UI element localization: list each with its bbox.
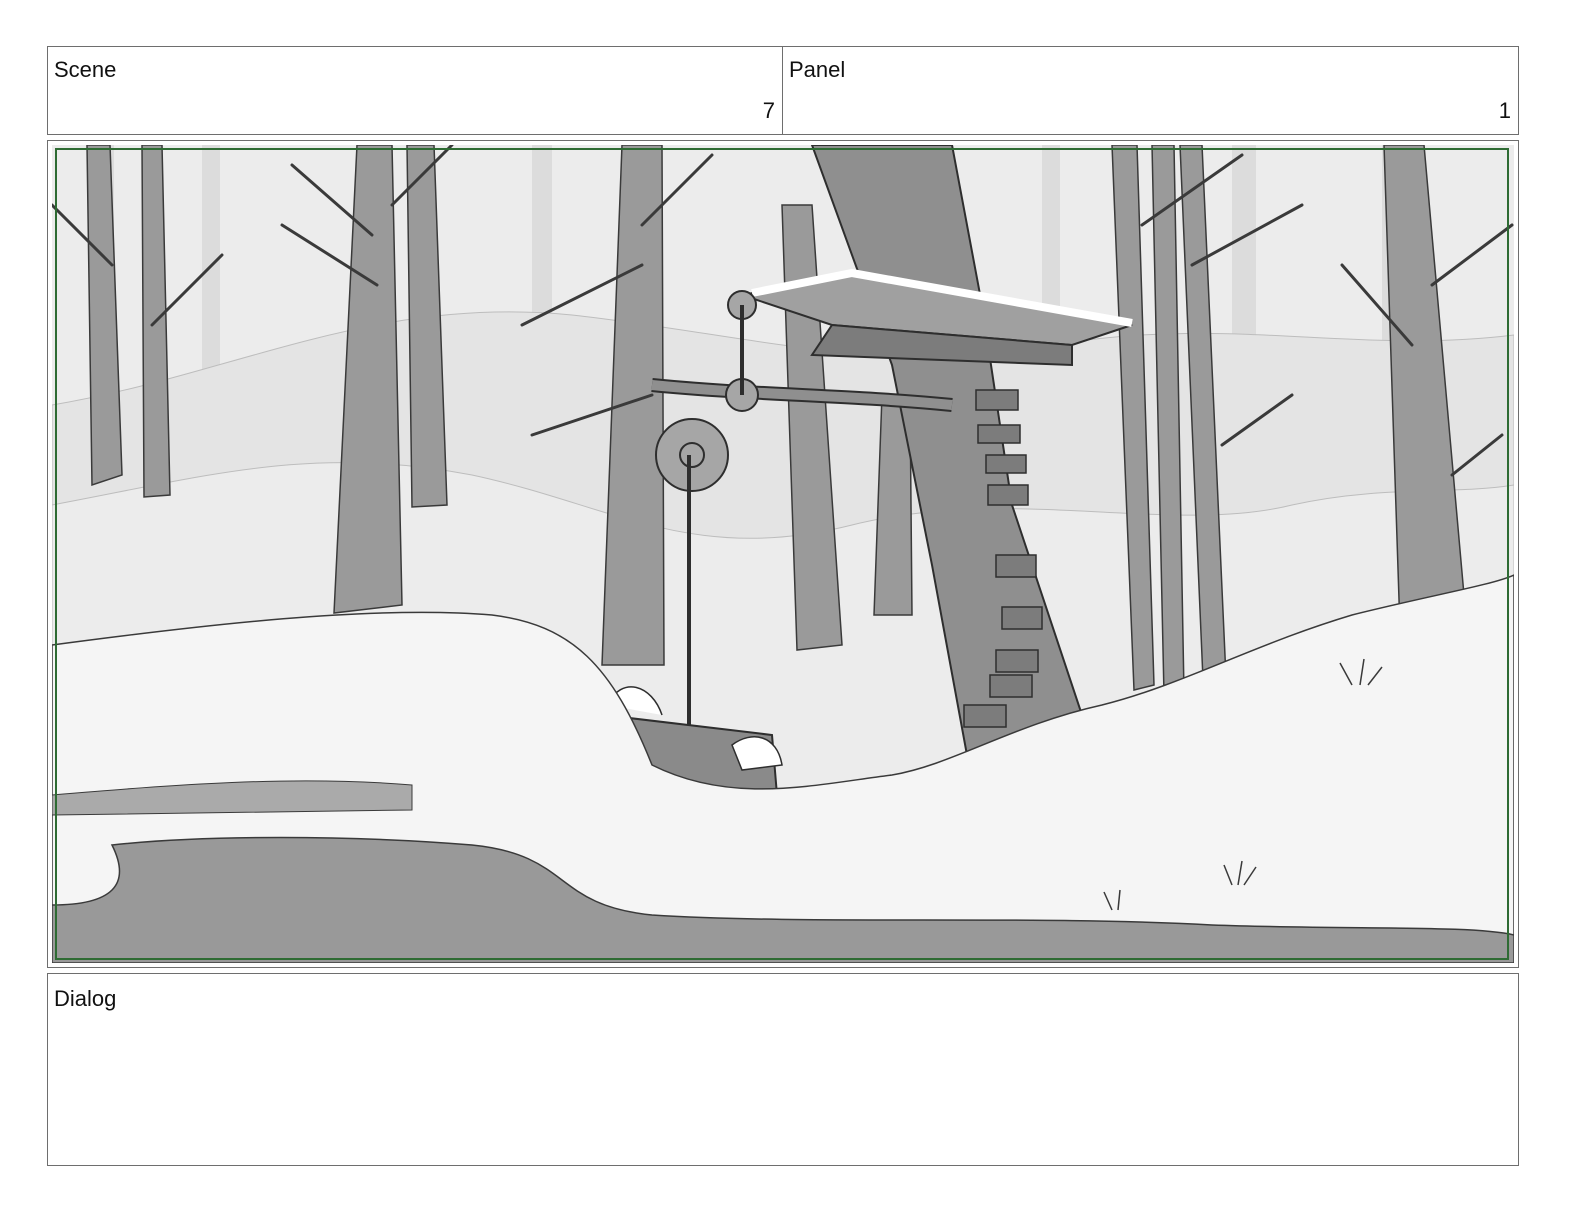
panel-number: 1 [1498,98,1511,123]
storyboard-frame [47,140,1519,968]
panel-field: Panel 1 [782,46,1519,135]
dialog-field[interactable]: Dialog [47,973,1519,1166]
dialog-label: Dialog [54,986,117,1011]
scene-label: Scene [54,57,117,82]
panel-label: Panel [789,57,846,82]
scene-number: 7 [762,98,775,123]
snowy-forest-illustration [52,145,1514,963]
scene-field: Scene 7 [47,46,783,135]
